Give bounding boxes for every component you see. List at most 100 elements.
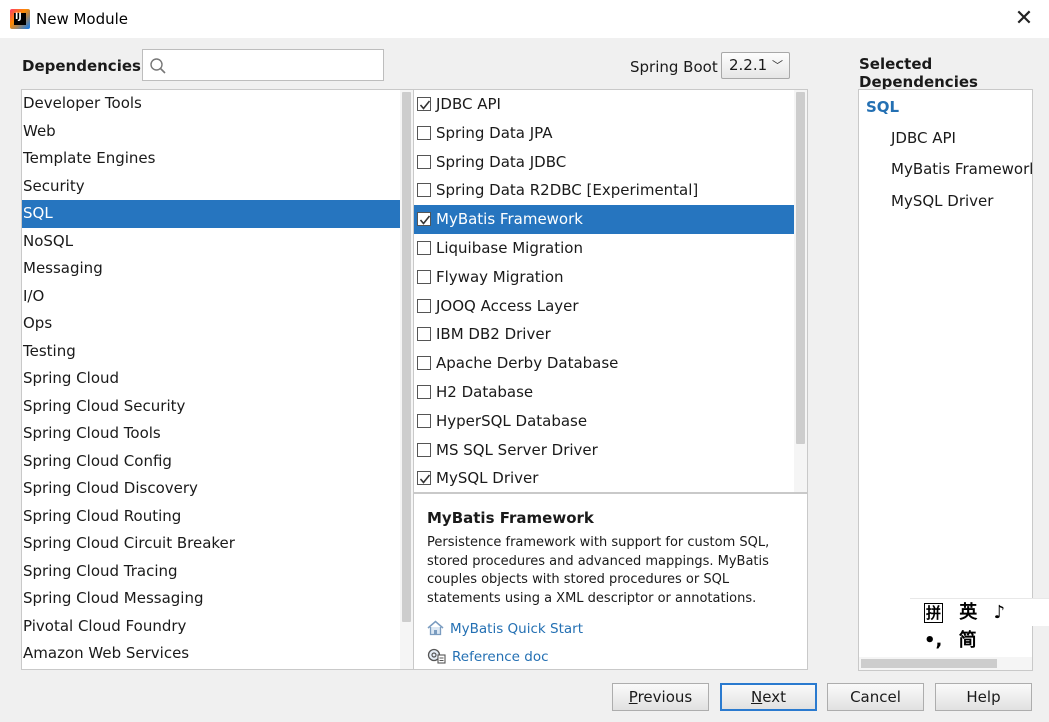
ime-punctuation-icon[interactable]: •, xyxy=(924,630,942,651)
dependency-label: JOOQ Access Layer xyxy=(436,296,579,315)
dependency-item[interactable]: Spring Data JDBC xyxy=(414,148,795,177)
dependency-checkbox[interactable] xyxy=(417,240,431,255)
reference-doc-label: Reference doc xyxy=(452,649,549,665)
cancel-button[interactable]: Cancel xyxy=(827,683,924,711)
checkmark-icon xyxy=(419,100,431,110)
dependency-checkbox[interactable] xyxy=(417,125,431,140)
dependency-checkbox[interactable] xyxy=(417,442,431,457)
category-item[interactable]: Spring Cloud Tools xyxy=(22,420,413,448)
category-item[interactable]: Developer Tools xyxy=(22,90,413,118)
dependency-checkbox[interactable] xyxy=(417,154,431,169)
ime-pinyin-icon[interactable]: 拼 xyxy=(924,603,944,623)
home-icon xyxy=(427,620,444,636)
category-item[interactable]: I/O xyxy=(22,283,413,311)
dependency-label: MySQL Driver xyxy=(436,469,539,488)
help-button[interactable]: Help xyxy=(935,683,1032,711)
dependency-checkbox[interactable] xyxy=(417,183,431,198)
dependency-label: MS SQL Server Driver xyxy=(436,440,598,459)
selected-item[interactable]: MySQL Driver xyxy=(891,192,993,210)
selected-group-sql: SQL xyxy=(866,98,900,116)
category-item[interactable]: Ops xyxy=(22,310,413,338)
category-item[interactable]: Spring Cloud Routing xyxy=(22,503,413,531)
selected-scrollbar[interactable] xyxy=(859,657,1032,670)
ime-simplified-toggle[interactable]: 简 xyxy=(959,630,977,651)
category-scrollbar[interactable] xyxy=(400,90,413,669)
selected-item[interactable]: MyBatis Framework xyxy=(891,160,1032,178)
mybatis-quick-start-label: MyBatis Quick Start xyxy=(450,621,583,637)
category-item[interactable]: Pivotal Cloud Foundry xyxy=(22,613,413,641)
dependency-scrollbar[interactable] xyxy=(794,90,807,492)
dependency-label: HyperSQL Database xyxy=(436,411,588,430)
dependency-checkbox[interactable] xyxy=(417,97,431,111)
dependency-item[interactable]: HyperSQL Database xyxy=(414,407,795,436)
dependencies-label: Dependencies xyxy=(22,57,141,75)
category-scrollbar-thumb[interactable] xyxy=(402,92,411,622)
ime-english-toggle[interactable]: 英 xyxy=(959,602,977,623)
category-item[interactable]: NoSQL xyxy=(22,228,413,256)
next-button[interactable]: Next xyxy=(720,683,817,711)
category-item[interactable]: Messaging xyxy=(22,255,413,283)
category-item[interactable]: Spring Cloud Discovery xyxy=(22,475,413,503)
spring-boot-label: Spring Boot xyxy=(630,58,718,76)
ime-toolbar[interactable]: 拼 英 ♪ •, 简 xyxy=(910,598,1049,651)
checkmark-icon xyxy=(419,215,431,225)
dependency-checkbox[interactable] xyxy=(417,384,431,399)
description-line: couples objects with stored procedures o… xyxy=(427,572,730,587)
dependency-item[interactable]: IBM DB2 Driver xyxy=(414,320,795,349)
dependency-item[interactable]: MySQL Driver xyxy=(414,464,795,492)
ime-moon-icon[interactable]: ♪ xyxy=(994,602,1006,623)
dependency-checkbox[interactable] xyxy=(417,327,431,342)
dependency-checkbox[interactable] xyxy=(417,471,431,486)
dependency-label: IBM DB2 Driver xyxy=(436,325,551,344)
dependency-label: MyBatis Framework xyxy=(436,210,583,229)
category-item[interactable]: SQL xyxy=(22,200,413,228)
category-item[interactable]: Testing xyxy=(22,338,413,366)
reference-doc-link[interactable]: Reference doc xyxy=(427,646,549,665)
dependency-item[interactable]: Spring Data R2DBC [Experimental] xyxy=(414,176,795,205)
dependency-item[interactable]: Spring Data JPA xyxy=(414,119,795,148)
dependency-checkbox[interactable] xyxy=(417,413,431,428)
dependency-label: Liquibase Migration xyxy=(436,238,583,257)
description-line: statements using a XML descriptor or ann… xyxy=(427,590,757,606)
selected-scrollbar-thumb[interactable] xyxy=(861,659,997,668)
category-item[interactable]: Spring Cloud xyxy=(22,365,413,393)
previous-button[interactable]: Previous xyxy=(612,683,709,711)
category-item[interactable]: Spring Cloud Messaging xyxy=(22,585,413,613)
dependency-checkbox[interactable] xyxy=(417,212,431,227)
dependency-checkbox[interactable] xyxy=(417,298,431,313)
selected-item[interactable]: JDBC API xyxy=(891,129,956,147)
category-item[interactable]: Spring Cloud Config xyxy=(22,448,413,476)
selected-dependencies-title: Selected Dependencies xyxy=(859,55,978,91)
category-item[interactable]: Template Engines xyxy=(22,145,413,173)
dependency-item[interactable]: H2 Database xyxy=(414,378,795,407)
mybatis-quick-start-link[interactable]: MyBatis Quick Start xyxy=(427,620,583,637)
category-item[interactable]: Amazon Web Services xyxy=(22,640,413,668)
dependency-label: Spring Data JPA xyxy=(436,123,553,142)
window-title: New Module xyxy=(36,10,129,28)
category-item[interactable]: Spring Cloud Security xyxy=(22,393,413,421)
dependency-item[interactable]: Apache Derby Database xyxy=(414,349,795,378)
dependency-item[interactable]: MS SQL Server Driver xyxy=(414,436,795,465)
dependency-item[interactable]: Liquibase Migration xyxy=(414,234,795,263)
dependency-list[interactable]: JDBC API Spring Data JPA Spring Data JDBC S… xyxy=(414,89,808,493)
dependency-item[interactable]: JDBC API xyxy=(414,90,795,119)
spring-boot-version-select[interactable]: 2.2.1 ﹀ xyxy=(721,52,790,79)
category-item[interactable]: Web xyxy=(22,118,413,146)
dependency-scrollbar-thumb[interactable] xyxy=(796,92,805,444)
dependency-checkbox[interactable] xyxy=(417,356,431,371)
category-item[interactable]: Spring Cloud Circuit Breaker xyxy=(22,530,413,558)
dependency-items: JDBC API Spring Data JPA Spring Data JDBC S… xyxy=(414,90,807,492)
previous-mnemonic: P xyxy=(628,688,638,706)
dependency-item[interactable]: MyBatis Framework xyxy=(414,205,795,234)
search-input[interactable] xyxy=(171,54,377,76)
category-list[interactable]: Developer Tools Web Template Engines Securi… xyxy=(21,89,414,670)
dependency-checkbox[interactable] xyxy=(417,269,431,284)
dependency-item[interactable]: JOOQ Access Layer xyxy=(414,292,795,321)
search-box[interactable] xyxy=(142,49,384,81)
category-item[interactable]: Spring Cloud Tracing xyxy=(22,558,413,586)
dependency-item[interactable]: Flyway Migration xyxy=(414,263,795,292)
category-item[interactable]: Security xyxy=(22,173,413,201)
reference-doc-icon xyxy=(427,648,446,664)
close-icon[interactable]: ✕ xyxy=(1009,4,1039,34)
description-line: Persistence framework with support for c… xyxy=(427,535,770,550)
